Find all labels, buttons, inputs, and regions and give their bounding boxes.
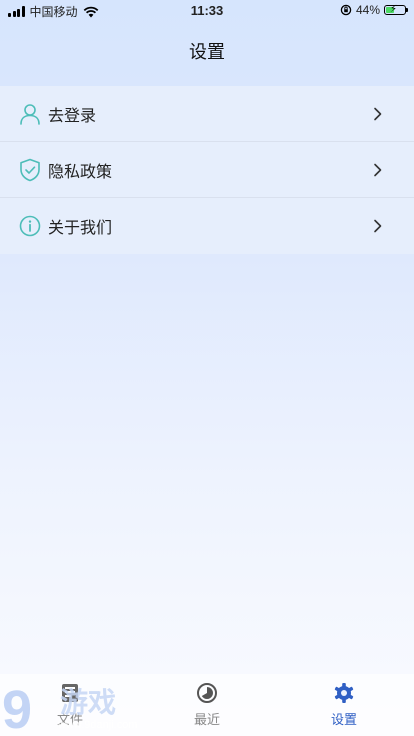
status-bar: 中国移动 11:33 44% ⚡ bbox=[0, 0, 414, 22]
menu-item-about-us[interactable]: 关于我们 bbox=[0, 198, 414, 254]
tab-recent[interactable]: 最近 bbox=[167, 682, 247, 728]
gear-icon bbox=[304, 682, 384, 706]
shield-check-icon bbox=[18, 158, 42, 182]
watermark-logo: 9 游戏 www.9danji.com bbox=[2, 680, 137, 736]
status-bar-right: 44% ⚡ bbox=[340, 3, 408, 17]
watermark-number: 9 bbox=[2, 680, 32, 736]
tab-settings[interactable]: 设置 bbox=[304, 682, 384, 728]
tab-label: 最近 bbox=[193, 712, 220, 727]
battery-icon: ⚡ bbox=[384, 4, 408, 15]
chevron-right-icon bbox=[374, 107, 382, 121]
settings-menu: 去登录 隐私政策 关于我们 bbox=[0, 86, 414, 254]
info-icon bbox=[18, 214, 42, 238]
menu-item-login[interactable]: 去登录 bbox=[0, 86, 414, 142]
watermark-brand: 游戏 bbox=[60, 686, 116, 719]
chevron-right-icon bbox=[374, 163, 382, 177]
clock-icon bbox=[167, 682, 247, 706]
menu-item-label: 关于我们 bbox=[48, 220, 113, 237]
chevron-right-icon bbox=[374, 219, 382, 233]
menu-item-privacy-policy[interactable]: 隐私政策 bbox=[0, 142, 414, 198]
menu-item-label: 去登录 bbox=[48, 107, 97, 125]
charging-bolt-icon: ⚡ bbox=[390, 4, 398, 15]
user-icon bbox=[18, 102, 42, 126]
battery-percent: 44% bbox=[355, 3, 380, 17]
menu-item-label: 隐私政策 bbox=[48, 163, 113, 181]
tab-label: 设置 bbox=[330, 712, 357, 727]
nav-bar: 设置 bbox=[0, 22, 414, 86]
orientation-lock-icon bbox=[340, 4, 352, 16]
page-title: 设置 bbox=[189, 42, 225, 62]
watermark-url: www.9danji.com bbox=[57, 719, 137, 731]
